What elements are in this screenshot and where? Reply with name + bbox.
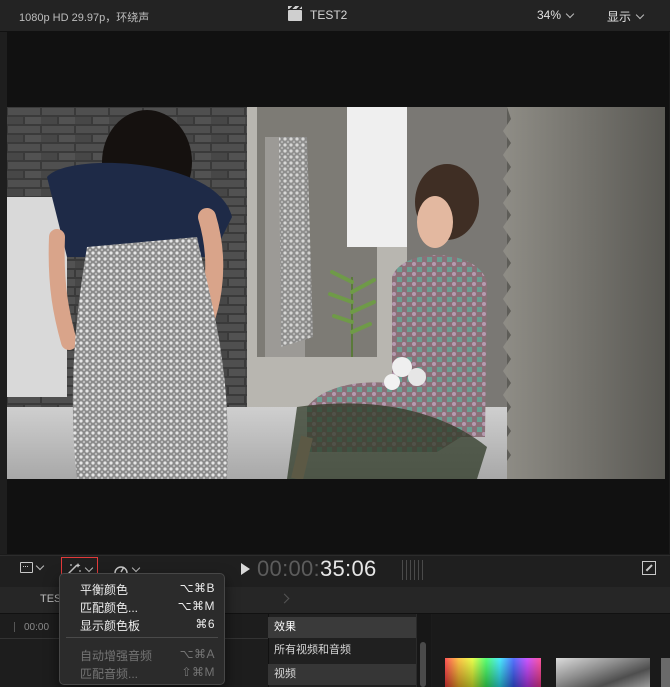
menu-item-label: 平衡颜色: [80, 583, 129, 597]
effect-thumbnail-color[interactable]: [445, 658, 541, 687]
menu-item-label: 自动增强音频: [80, 649, 153, 663]
chevron-down-icon: [635, 10, 645, 20]
project-title: TEST2: [310, 8, 348, 22]
menu-item-label: 显示颜色板: [80, 619, 141, 633]
menu-item-match-audio: 匹配音频... ⇧⌘M: [60, 663, 224, 681]
ruler-tick: [14, 622, 15, 632]
menu-item-shortcut: ⌘6: [195, 617, 215, 631]
transform-menu[interactable]: [20, 561, 45, 573]
crop-frame-icon: [20, 562, 33, 573]
effect-thumbnail-partial[interactable]: [661, 658, 670, 687]
video-frame[interactable]: [7, 107, 665, 479]
menu-item-shortcut: ⌥⌘M: [177, 599, 215, 613]
video-frame-image: [7, 107, 665, 479]
timecode-display: 00:00:35:06: [257, 556, 377, 582]
browser-scroll-thumb[interactable]: [420, 642, 426, 687]
menu-separator: [66, 637, 218, 638]
chevron-down-icon: [35, 561, 45, 571]
timecode-leading: 00:00:: [257, 556, 320, 581]
menu-item-shortcut: ⌥⌘A: [179, 647, 215, 661]
menu-item-auto-enhance-audio: 自动增强音频 ⌥⌘A: [60, 645, 224, 663]
browser-item-video[interactable]: 视频: [268, 664, 416, 685]
effect-thumbnail-bw[interactable]: [556, 658, 650, 687]
effects-header[interactable]: 效果: [268, 617, 416, 638]
menu-item-balance-color[interactable]: 平衡颜色 ⌥⌘B: [60, 579, 224, 597]
timecode-value: 35:06: [319, 556, 377, 581]
audio-meter-ticks: [402, 560, 424, 580]
zoom-menu[interactable]: 34%: [537, 8, 575, 22]
display-menu[interactable]: 显示: [607, 8, 645, 25]
clapperboard-icon: [288, 5, 302, 21]
menu-item-shortcut: ⌥⌘B: [179, 581, 215, 595]
fullscreen-icon[interactable]: [642, 561, 656, 575]
menu-item-shortcut: ⇧⌘M: [181, 665, 215, 679]
project-title-area: TEST2: [288, 5, 348, 22]
menu-item-label: 匹配音频...: [80, 667, 139, 681]
zoom-value: 34%: [537, 8, 562, 22]
viewer-left-edge: [0, 32, 7, 554]
chevron-down-icon: [131, 563, 141, 572]
menu-item-match-color[interactable]: 匹配颜色... ⌥⌘M: [60, 597, 224, 615]
browser-item-all-video-audio[interactable]: 所有视频和音频: [268, 640, 416, 661]
chevron-down-icon: [565, 9, 575, 18]
format-info: 1080p HD 29.97p，环绕声: [19, 12, 150, 24]
play-icon[interactable]: [241, 563, 250, 575]
menu-item-show-color-board[interactable]: 显示颜色板 ⌘6: [60, 615, 224, 633]
menu-item-label: 匹配颜色...: [80, 601, 139, 615]
ruler-time: 00:00: [24, 622, 50, 633]
display-label: 显示: [607, 10, 632, 24]
